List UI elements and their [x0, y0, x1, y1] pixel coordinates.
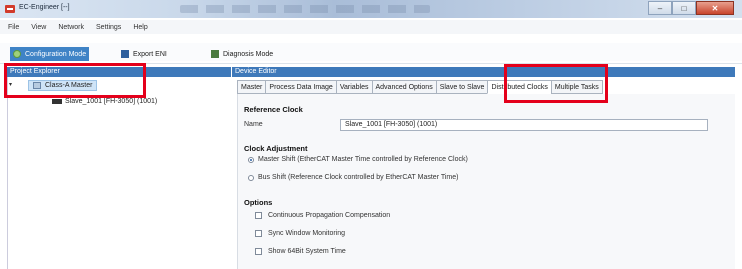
reference-clock-heading: Reference Clock	[244, 105, 303, 114]
close-button[interactable]: ✕	[696, 1, 734, 15]
minimize-button[interactable]: –	[648, 1, 672, 15]
configuration-icon	[13, 50, 21, 58]
master-shift-radio[interactable]	[248, 156, 254, 163]
diagnosis-mode-label: Diagnosis Mode	[223, 50, 274, 58]
toolbar: Configuration Mode Export ENI Diagnosis …	[0, 43, 742, 61]
tab-distributed-clocks[interactable]: Distributed Clocks	[487, 80, 551, 94]
sync-window-checkbox[interactable]	[255, 230, 262, 237]
bus-shift-option[interactable]: Bus Shift (Reference Clock controlled by…	[248, 174, 458, 181]
device-editor-tabs: Master Process Data Image Variables Adva…	[237, 80, 603, 94]
project-explorer-header: Project Explorer	[7, 67, 231, 77]
device-editor-header: Device Editor	[232, 67, 735, 77]
bus-shift-radio[interactable]	[248, 174, 254, 181]
menu-file[interactable]: File	[8, 24, 19, 31]
name-label: Name	[244, 121, 263, 128]
tab-multiple-tasks[interactable]: Multiple Tasks	[550, 80, 603, 94]
menu-view[interactable]: View	[31, 24, 46, 31]
configuration-mode-label: Configuration Mode	[25, 50, 87, 58]
title-bar: EC-Engineer [--] – □ ✕	[0, 0, 742, 18]
slave-device-icon	[52, 98, 62, 104]
menu-bar: File View Network Settings Help	[0, 20, 742, 34]
master-icon	[33, 81, 41, 89]
maximize-button[interactable]: □	[672, 1, 696, 15]
continuous-propagation-option[interactable]: Continuous Propagation Compensation	[255, 212, 390, 219]
bus-shift-label: Bus Shift (Reference Clock controlled by…	[258, 174, 459, 181]
toolbar-divider	[0, 63, 742, 64]
continuous-propagation-label: Continuous Propagation Compensation	[268, 212, 391, 219]
show-64bit-checkbox[interactable]	[255, 248, 262, 255]
clock-adjustment-heading: Clock Adjustment	[244, 144, 308, 153]
tree-expand-icon[interactable]: ▾	[9, 81, 12, 88]
diagnosis-mode-button[interactable]: Diagnosis Mode	[208, 47, 276, 61]
master-shift-option[interactable]: Master Shift (EtherCAT Master Time contr…	[248, 156, 468, 163]
menu-network[interactable]: Network	[58, 24, 84, 31]
tree-node-slave-label: Slave_1001 [FH-3050] (1001)	[65, 97, 158, 105]
window-controls: – □ ✕	[648, 1, 734, 15]
app-icon	[5, 5, 15, 13]
reference-clock-name-field[interactable]: Slave_1001 [FH-3050] (1001)	[340, 119, 708, 131]
blurred-title-area	[180, 5, 430, 13]
tree-node-slave[interactable]: Slave_1001 [FH-3050] (1001)	[52, 96, 157, 106]
tab-advanced-options[interactable]: Advanced Options	[371, 80, 436, 94]
show-64bit-option[interactable]: Show 64Bit System Time	[255, 248, 346, 255]
export-eni-button[interactable]: Export ENI	[118, 47, 170, 61]
tab-slave-to-slave[interactable]: Slave to Slave	[435, 80, 488, 94]
tree-node-master[interactable]: Class-A Master	[28, 79, 98, 91]
export-eni-label: Export ENI	[133, 50, 167, 58]
configuration-mode-button[interactable]: Configuration Mode	[10, 47, 90, 61]
sync-window-option[interactable]: Sync Window Monitoring	[255, 230, 345, 237]
tab-variables[interactable]: Variables	[335, 80, 372, 94]
continuous-propagation-checkbox[interactable]	[255, 212, 262, 219]
show-64bit-label: Show 64Bit System Time	[268, 248, 346, 255]
tree-node-master-label: Class-A Master	[45, 81, 93, 89]
tree-node-master-selection: Class-A Master	[28, 79, 98, 91]
tab-process-data-image[interactable]: Process Data Image	[265, 80, 336, 94]
options-heading: Options	[244, 198, 273, 207]
master-shift-label: Master Shift (EtherCAT Master Time contr…	[258, 156, 468, 163]
sync-window-label: Sync Window Monitoring	[268, 230, 346, 237]
window-title: EC-Engineer [--]	[19, 4, 70, 11]
menu-help[interactable]: Help	[133, 24, 147, 31]
save-icon	[121, 50, 129, 58]
tab-master[interactable]: Master	[237, 80, 266, 94]
diagnosis-icon	[211, 50, 219, 58]
menu-settings[interactable]: Settings	[96, 24, 121, 31]
